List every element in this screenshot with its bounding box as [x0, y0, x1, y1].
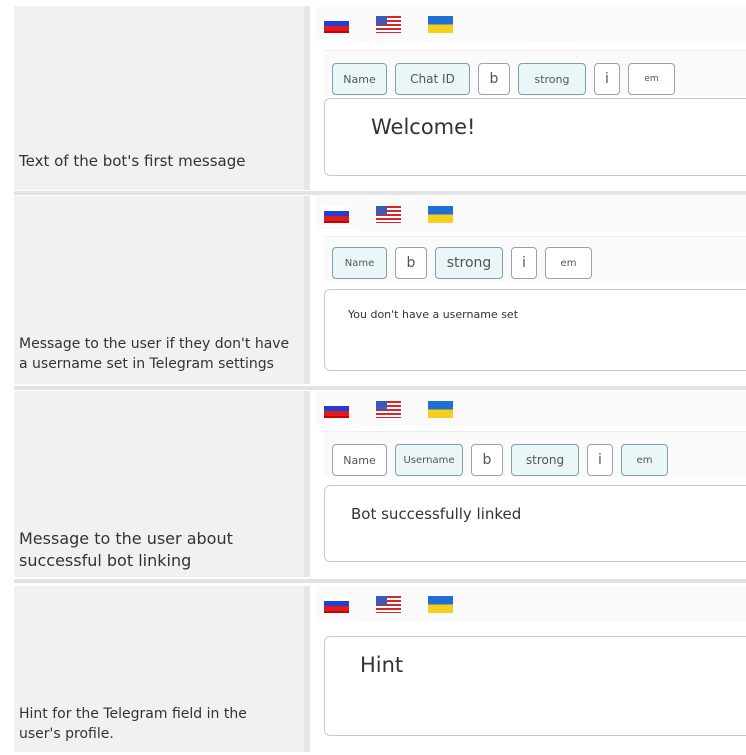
ru-flag-icon[interactable] — [316, 596, 357, 621]
italic-i-button[interactable]: i — [594, 63, 620, 95]
insert-name-button[interactable]: Name — [332, 247, 387, 279]
us-flag-icon[interactable] — [376, 401, 401, 418]
language-tabs — [316, 6, 746, 42]
bold-b-button[interactable]: b — [478, 63, 510, 95]
insert-name-button[interactable]: Name — [332, 63, 387, 95]
strong-button[interactable]: strong — [518, 63, 586, 95]
ru-flag-icon[interactable] — [316, 401, 357, 426]
italic-i-button[interactable]: i — [587, 444, 613, 476]
field-label: Message to the user if they don't have a… — [19, 336, 290, 372]
insert-name-button[interactable]: Name — [332, 444, 387, 476]
format-toolbar: Name Username b strong i em — [324, 431, 746, 477]
row-divider — [14, 191, 746, 195]
us-flag-icon[interactable] — [376, 206, 401, 223]
hint-editor[interactable]: Hint — [324, 636, 746, 736]
editor-text: You don't have a username set — [348, 308, 519, 321]
row-divider — [14, 579, 746, 583]
field-label-cell: Message to the user about successful bot… — [14, 391, 310, 577]
ru-flag-icon[interactable] — [316, 16, 357, 41]
us-flag-icon[interactable] — [376, 16, 401, 33]
field-row-hint: Hint for the Telegram field in the user'… — [0, 586, 746, 752]
strong-button[interactable]: strong — [511, 444, 579, 476]
bold-b-button[interactable]: b — [471, 444, 503, 476]
ua-flag-icon[interactable] — [428, 596, 453, 613]
italic-i-button[interactable]: i — [511, 247, 537, 279]
language-tabs — [316, 391, 746, 427]
field-label-cell: Text of the bot's first message — [14, 6, 310, 190]
insert-chat-id-button[interactable]: Chat ID — [395, 63, 470, 95]
field-row-bot-linked: Message to the user about successful bot… — [0, 391, 746, 577]
field-label: Text of the bot's first message — [19, 152, 246, 170]
editor-text: Hint — [360, 653, 404, 677]
field-editor-cell: Name Username b strong i em Bot successf… — [316, 391, 746, 577]
message-editor[interactable]: You don't have a username set — [324, 289, 746, 371]
field-row-first-message: Text of the bot's first message Name Cha… — [0, 6, 746, 190]
ua-flag-icon[interactable] — [428, 16, 453, 33]
us-flag-icon[interactable] — [376, 596, 401, 613]
strong-button[interactable]: strong — [435, 247, 503, 279]
field-label: Message to the user about successful bot… — [19, 529, 233, 570]
row-divider — [14, 386, 746, 390]
message-editor[interactable]: Bot successfully linked — [324, 485, 746, 562]
ua-flag-icon[interactable] — [428, 206, 453, 223]
format-toolbar: Name Chat ID b strong i em — [324, 50, 746, 96]
field-label-cell: Message to the user if they don't have a… — [14, 196, 310, 384]
language-tabs — [316, 586, 746, 622]
ru-flag-icon[interactable] — [316, 206, 357, 231]
em-button[interactable]: em — [545, 247, 592, 279]
field-editor-cell: Hint — [316, 586, 746, 752]
message-editor[interactable]: Welcome! — [324, 98, 746, 176]
format-toolbar: Name b strong i em — [324, 236, 746, 282]
field-editor-cell: Name Chat ID b strong i em Welcome! — [316, 6, 746, 190]
insert-username-button[interactable]: Username — [395, 444, 463, 476]
field-row-no-username: Message to the user if they don't have a… — [0, 196, 746, 384]
field-label: Hint for the Telegram field in the user'… — [19, 706, 247, 742]
bold-b-button[interactable]: b — [395, 247, 427, 279]
field-label-cell: Hint for the Telegram field in the user'… — [14, 586, 310, 752]
em-button[interactable]: em — [628, 63, 675, 95]
language-tabs — [316, 196, 746, 232]
field-editor-cell: Name b strong i em You don't have a user… — [316, 196, 746, 384]
em-button[interactable]: em — [621, 444, 668, 476]
editor-text: Welcome! — [371, 115, 476, 139]
ua-flag-icon[interactable] — [428, 401, 453, 418]
editor-text: Bot successfully linked — [351, 505, 522, 523]
